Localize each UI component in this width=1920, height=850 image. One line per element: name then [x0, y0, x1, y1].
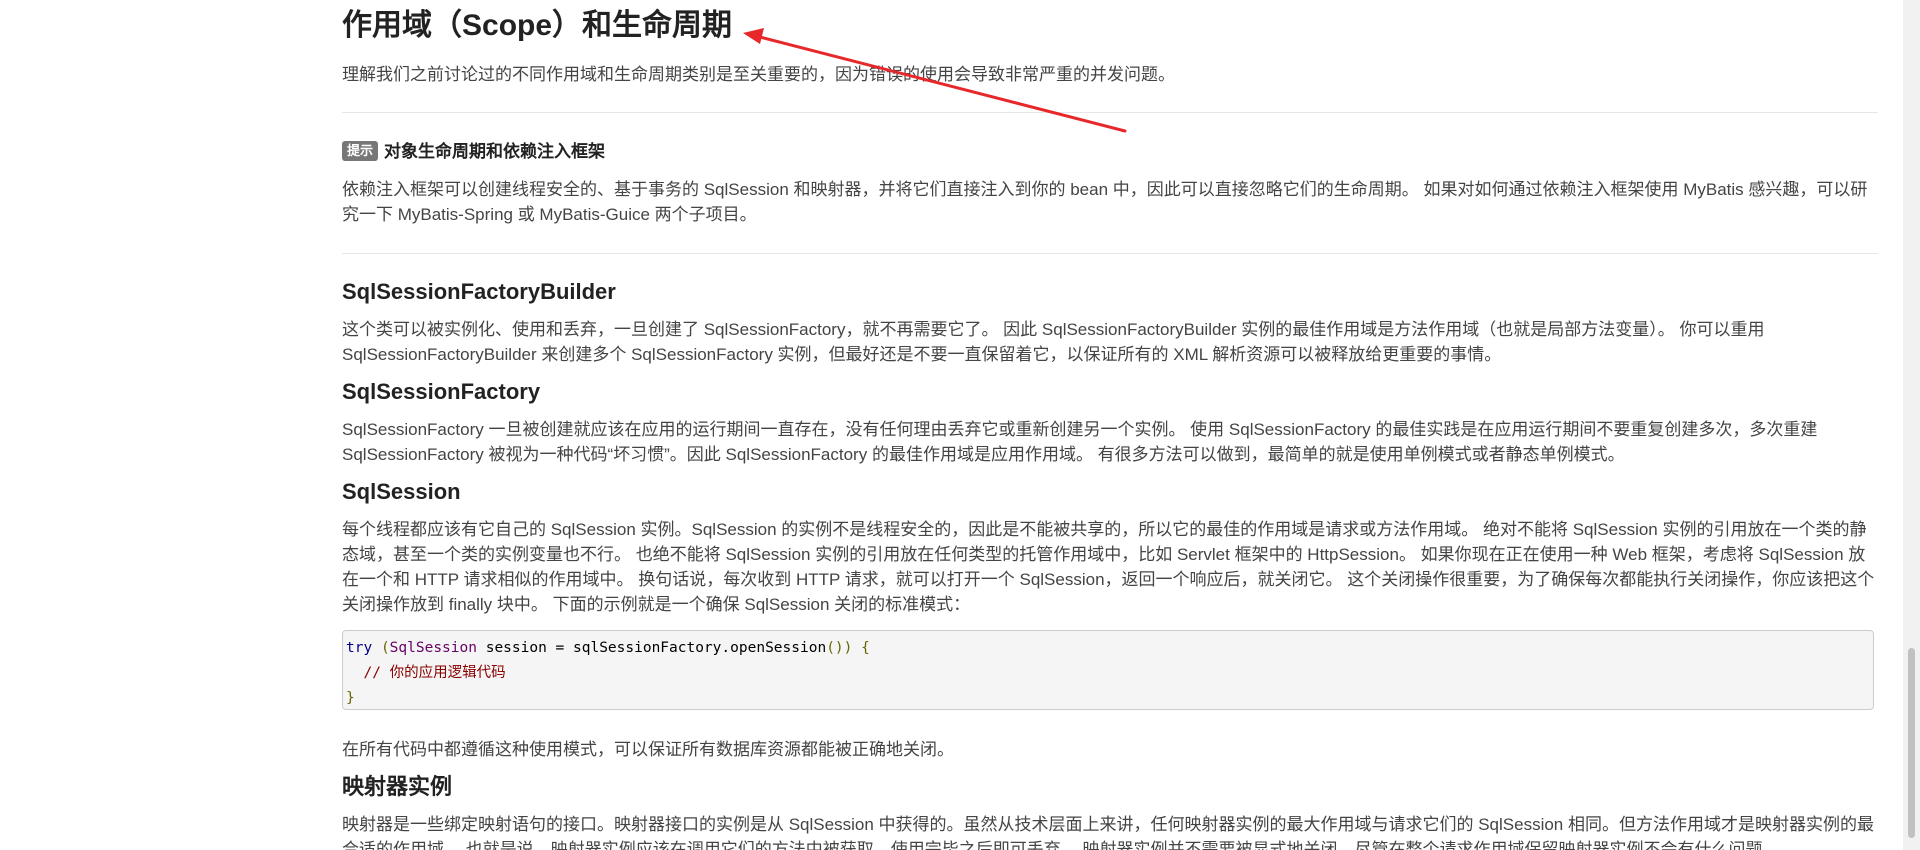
- tip-badge: 提示: [342, 141, 379, 161]
- section-text-sqlsession: 每个线程都应该有它自己的 SqlSession 实例。SqlSession 的实…: [342, 520, 1875, 614]
- section-text-sqlsessionfactory: SqlSessionFactory 一旦被创建就应该在应用的运行期间一直存在，没…: [342, 420, 1818, 464]
- scrollbar[interactable]: [1903, 0, 1920, 850]
- section-heading-sqlsessionfactorybuilder: SqlSessionFactoryBuilder: [342, 279, 616, 304]
- code-comment: // 你的应用逻辑代码: [363, 665, 506, 681]
- code-type: SqlSession: [389, 640, 477, 656]
- intro-paragraph: 理解我们之前讨论过的不同作用域和生命周期类别是至关重要的，因为错误的使用会导致非…: [342, 65, 1175, 84]
- after-code-text: 在所有代码中都遵循这种使用模式，可以保证所有数据库资源都能被正确地关闭。: [342, 740, 954, 759]
- section-heading-sqlsessionfactory: SqlSessionFactory: [342, 379, 541, 404]
- code-keyword: try: [346, 640, 373, 656]
- section-heading-mapper: 映射器实例: [342, 774, 453, 799]
- tip-title: 对象生命周期和依赖注入框架: [384, 142, 606, 161]
- section-text-mapper: 映射器是一些绑定映射语句的接口。映射器接口的实例是从 SqlSession 中获…: [342, 815, 1874, 850]
- divider: [342, 112, 1878, 113]
- tip-text: 依赖注入框架可以创建线程安全的、基于事务的 SqlSession 和映射器，并将…: [342, 180, 1868, 224]
- page-title: 作用域（Scope）和生命周期: [342, 9, 733, 42]
- section-text-sqlsessionfactorybuilder: 这个类可以被实例化、使用和丢弃，一旦创建了 SqlSessionFactory，…: [342, 320, 1765, 364]
- section-heading-sqlsession: SqlSession: [342, 479, 461, 504]
- code-block[interactable]: try (SqlSession session = sqlSessionFact…: [342, 630, 1874, 710]
- divider: [342, 253, 1878, 254]
- scrollbar-thumb[interactable]: [1908, 648, 1915, 838]
- tip-heading: 提示 对象生命周期和依赖注入框架: [342, 140, 605, 164]
